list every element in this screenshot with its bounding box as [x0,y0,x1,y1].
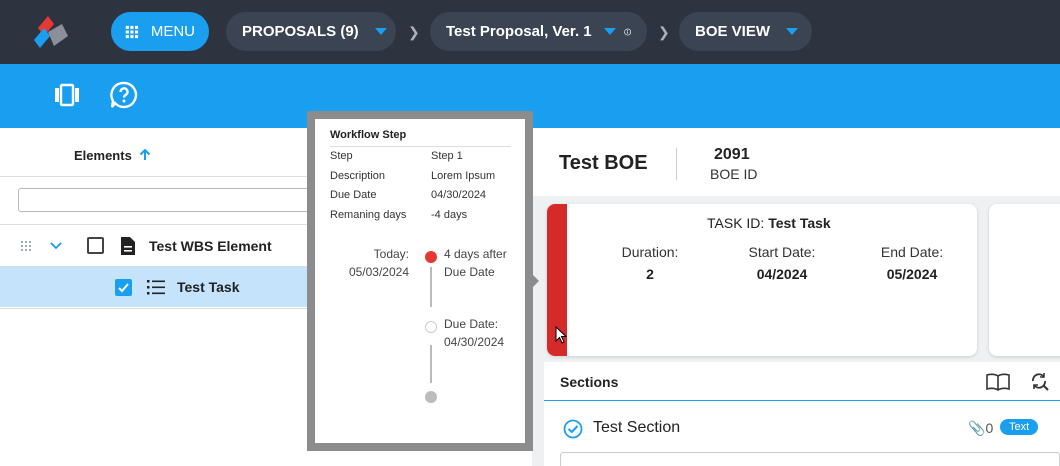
proposal-label: Test Proposal, Ver. 1 [446,23,592,40]
wbs-element-checkbox[interactable] [87,237,104,254]
today-note: 4 days after Due Date [444,245,507,281]
boe-id-label: BOE ID [710,166,758,182]
info-icon[interactable] [623,23,631,41]
elements-column-header[interactable]: Elements [74,148,151,163]
due-date: 04/30/2024 [444,335,505,349]
list-icon [147,280,165,295]
elements-header-label: Elements [74,148,132,163]
field-label: Description [330,170,386,182]
today-note-line-1: 4 days after [444,247,507,261]
book-icon[interactable] [986,373,1010,391]
grid-icon [125,25,139,38]
divider [0,176,310,177]
field-value: 04/30/2024 [431,189,487,201]
menu-button[interactable]: MENU [111,12,209,51]
task-checkbox[interactable] [115,279,132,296]
sections-header: Sections [560,374,619,390]
section-content-box[interactable] [560,452,1060,466]
checkmark-icon [118,283,129,293]
timeline-connector [430,345,432,383]
elements-panel: Elements Test WBS Element Test Task [0,128,318,466]
chevron-down-icon [374,28,387,35]
boe-header: Test BOE 2091 BOE ID [532,128,1060,196]
task-id-value: Test Task [768,215,831,231]
end-date-value: 05/2024 [886,266,938,282]
start-date-label: Start Date: [748,244,816,260]
section-type-badge: Text [1000,419,1039,435]
due-label: Due Date: [444,317,499,331]
breadcrumb-chevron-icon: ❯ [658,24,670,40]
document-icon [121,237,135,255]
boe-detail-panel: Test BOE 2091 BOE ID TASK ID: Test Task … [532,128,1060,466]
start-date-value: 04/2024 [756,266,808,282]
refresh-search-icon[interactable] [1030,372,1050,392]
timeline-end-dot [425,391,437,403]
check-circle-icon [563,419,583,439]
today-label: Today: [373,247,409,261]
section-title[interactable]: Test Section [593,419,680,437]
tree-row-label: Test Task [177,279,240,295]
tree-row-task[interactable]: Test Task [0,267,310,307]
duration-label: Duration: [621,244,679,260]
workflow-step-popup: Workflow Step Step Step 1 Description Lo… [307,111,533,451]
timeline-due-dot [425,321,437,333]
chevron-down-icon [603,28,616,35]
popup-title: Workflow Step [330,129,407,141]
divider [676,148,677,180]
field-label: Step [330,150,353,162]
popup-content: Workflow Step Step Step 1 Description Lo… [315,119,525,443]
chevron-down-icon [786,28,799,35]
end-date-label: End Date: [880,244,944,260]
proposal-dropdown[interactable]: Test Proposal, Ver. 1 [430,12,647,51]
sort-ascending-icon[interactable] [139,148,151,161]
divider [544,400,1060,401]
tree-row-label: Test WBS Element [149,238,272,254]
boe-title: Test BOE [559,152,648,174]
task-id: TASK ID: Test Task [707,215,831,231]
attachment-count[interactable]: 📎0 [968,420,993,437]
help-icon[interactable] [109,80,139,110]
timeline-connector [430,267,432,307]
today-date: 05/03/2024 [348,265,409,279]
task-card[interactable]: TASK ID: Test Task Duration: 2 Start Dat… [547,204,977,356]
attachment-count-value: 0 [985,420,994,436]
tree-row-wbs-element[interactable]: Test WBS Element [0,226,310,266]
menu-label: MENU [150,23,195,40]
start-date-field: Start Date: 04/2024 [727,244,837,282]
drag-handle-icon[interactable] [21,241,33,251]
carousel-icon[interactable] [52,80,82,110]
divider [0,224,310,225]
field-label: Due Date [330,189,377,201]
divider [330,146,511,147]
divider [0,308,310,309]
duration-value: 2 [646,266,654,282]
field-value: Lorem Ipsum [431,170,496,182]
top-navigation-bar: MENU PROPOSALS (9) ❯ Test Proposal, Ver.… [0,0,1060,64]
proposals-dropdown[interactable]: PROPOSALS (9) [226,12,396,51]
boe-id-value: 2091 [714,146,750,163]
secondary-card[interactable] [989,204,1060,356]
field-value: Step 1 [431,150,463,162]
breadcrumb-chevron-icon: ❯ [408,24,420,40]
due-marker: Due Date: 04/30/2024 [444,315,504,351]
mouse-cursor-icon [555,326,567,344]
paperclip-icon: 📎 [968,420,986,436]
sections-panel: Sections Test Section 📎0 Text [544,362,1060,466]
end-date-field: End Date: 05/2024 [867,244,957,282]
popup-pointer [533,275,539,287]
timeline-today-dot [425,251,437,263]
chevron-down-icon[interactable] [50,241,62,251]
proposals-label: PROPOSALS (9) [242,23,359,40]
field-value: -4 days [431,209,468,221]
elements-filter-input[interactable] [18,188,318,212]
view-label: BOE VIEW [695,23,771,40]
task-id-prefix: TASK ID: [707,215,769,231]
duration-field: Duration: 2 [605,244,695,282]
today-marker: Today: 05/03/2024 [341,245,409,281]
today-note-line-2: Due Date [444,265,495,279]
view-dropdown[interactable]: BOE VIEW [679,12,812,51]
field-label: Remaning days [330,209,407,221]
app-logo[interactable] [32,14,70,50]
